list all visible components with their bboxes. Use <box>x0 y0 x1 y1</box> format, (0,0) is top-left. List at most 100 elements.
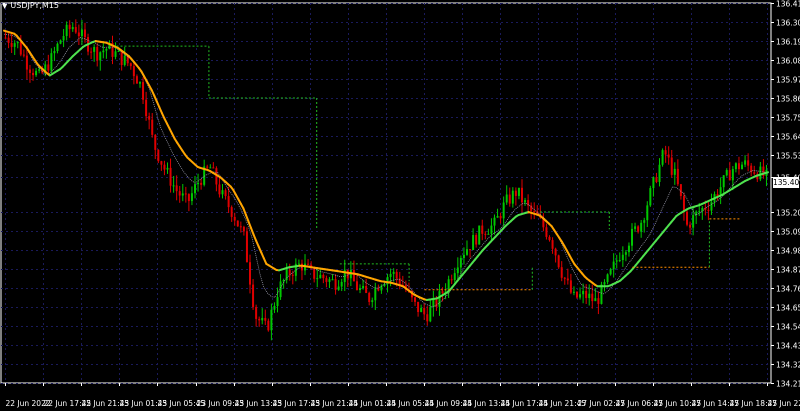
candle-body <box>686 211 689 225</box>
price-tick-label: 134.870 <box>776 266 800 275</box>
candle-body <box>187 194 190 202</box>
candle-body <box>707 209 710 211</box>
candle-body <box>646 205 649 221</box>
candle-body <box>710 202 713 211</box>
candle-body <box>28 69 31 73</box>
candle-body <box>701 207 704 212</box>
candle-body <box>615 260 618 262</box>
candle-body <box>255 307 258 319</box>
candle-body <box>591 293 594 302</box>
candle-body <box>236 220 239 227</box>
price-tick-label: 134.210 <box>776 380 800 389</box>
candle-body <box>47 64 50 71</box>
candle-body <box>417 301 420 313</box>
price-tick-label: 135.090 <box>776 228 800 237</box>
candle-body <box>276 297 279 306</box>
candle-body <box>508 194 511 204</box>
candle-body <box>132 66 135 77</box>
candle-body <box>557 255 560 268</box>
candle-body <box>734 163 737 170</box>
candle-body <box>563 277 566 279</box>
candle-body <box>737 163 740 170</box>
candle-body <box>224 190 227 197</box>
candle-body <box>505 194 508 203</box>
price-tick-label: 135.200 <box>776 209 800 218</box>
candle-body <box>634 226 637 229</box>
candle-body <box>264 317 267 321</box>
time-tick-label: 27 Jun 22:45 <box>768 399 800 408</box>
candle-body <box>435 299 438 307</box>
candle-body <box>157 149 160 162</box>
candle-body <box>606 274 609 283</box>
price-tick-label: 135.970 <box>776 76 800 85</box>
candle-body <box>429 306 432 322</box>
candle-body <box>689 224 692 228</box>
candle-body <box>637 226 640 232</box>
candle-body <box>32 72 35 76</box>
chart-canvas[interactable]: 136.410 136.300 136.190 136.080 135.970 135.8… <box>0 0 800 411</box>
price-tick-label: 134.320 <box>776 361 800 370</box>
candle-body <box>759 166 762 180</box>
candle-body <box>50 53 53 71</box>
candle-body <box>453 273 456 281</box>
candle-body <box>166 167 169 170</box>
candle-body <box>181 193 184 196</box>
candle-body <box>698 211 701 213</box>
candle-body <box>200 182 203 185</box>
candle-body <box>579 294 582 298</box>
candle-body <box>197 182 200 185</box>
candle-body <box>524 200 527 203</box>
candle-body <box>77 32 80 37</box>
candle-body <box>456 267 459 274</box>
symbol-label: ▼ USDJPY,M15 <box>2 1 59 11</box>
candle-body <box>190 193 193 202</box>
price-chart[interactable]: 136.410 136.300 136.190 136.080 135.970 135.8… <box>0 0 800 411</box>
candle-body <box>307 263 310 265</box>
candle-body <box>560 267 563 278</box>
ma-segment <box>242 207 247 216</box>
candle-body <box>621 254 624 261</box>
candle-body <box>582 290 585 295</box>
candle-body <box>340 281 343 287</box>
candle-body <box>462 254 465 258</box>
candle-body <box>554 248 557 256</box>
candle-body <box>35 70 38 76</box>
price-tick-label: 136.300 <box>776 19 800 28</box>
candle-body <box>496 216 499 218</box>
candle-body <box>502 202 505 219</box>
candle-body <box>551 240 554 249</box>
candle-body <box>661 150 664 165</box>
ma-segment <box>764 171 769 175</box>
candle-body <box>160 161 163 165</box>
candle-body <box>395 271 398 279</box>
candle-body <box>267 320 270 331</box>
candle-body <box>365 286 368 293</box>
candle-body <box>469 249 472 251</box>
candle-body <box>465 249 468 255</box>
symbol-text: USDJPY,M15 <box>10 1 60 10</box>
candle-body <box>218 184 221 195</box>
candle-body <box>481 225 484 234</box>
candle-body <box>178 191 181 196</box>
candle-body <box>319 274 322 279</box>
candle-body <box>184 193 187 195</box>
candle-body <box>368 292 371 302</box>
candle-body <box>728 170 731 181</box>
candle-body <box>520 187 523 203</box>
candle-body <box>459 257 462 268</box>
candle-body <box>65 24 68 37</box>
candle-body <box>19 41 22 55</box>
candle-body <box>594 298 597 302</box>
candle-body <box>499 216 502 219</box>
price-tick-label: 134.430 <box>776 342 800 351</box>
price-tick-label: 134.650 <box>776 304 800 313</box>
candle-body <box>618 260 621 262</box>
candle-body <box>475 235 478 245</box>
candle-body <box>692 215 695 228</box>
price-tick-label: 136.190 <box>776 38 800 47</box>
candle-body <box>291 274 294 276</box>
candle-body <box>484 233 487 235</box>
candle-body <box>572 291 575 293</box>
candle-body <box>588 293 591 299</box>
candle-body <box>206 166 209 168</box>
